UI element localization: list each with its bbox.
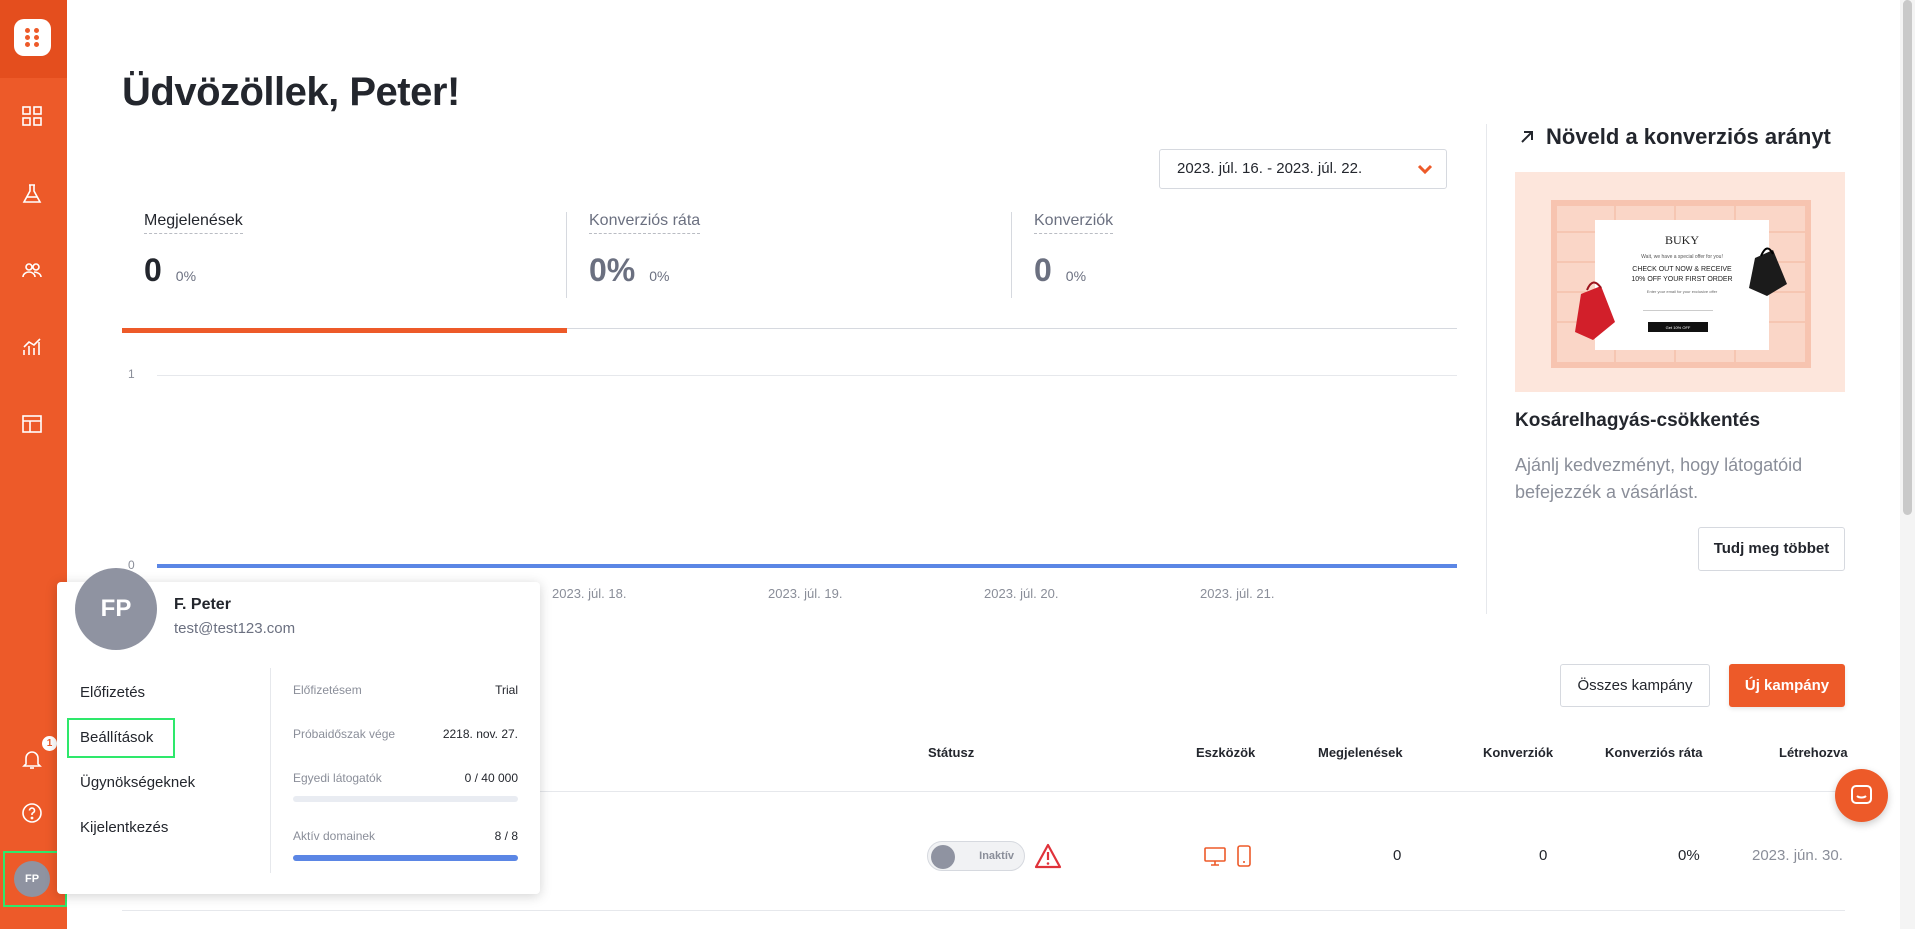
scrollbar-thumb[interactable] bbox=[1903, 0, 1912, 515]
chart-line-segment bbox=[373, 564, 591, 568]
promo-title: Növeld a konverziós arányt bbox=[1518, 124, 1831, 150]
stat-value: 0 / 40 000 bbox=[464, 771, 518, 785]
col-devices[interactable]: Eszközök bbox=[1196, 745, 1255, 760]
promo-line4: Enter your email for your exclusive offe… bbox=[1647, 289, 1718, 294]
new-campaign-button[interactable]: Új kampány bbox=[1729, 664, 1845, 707]
dashboard-icon[interactable] bbox=[19, 103, 45, 129]
metric-label: Megjelenések bbox=[144, 212, 243, 234]
popover-avatar: FP bbox=[75, 568, 157, 650]
date-range-value: 2023. júl. 16. - 2023. júl. 22. bbox=[1177, 160, 1363, 177]
popover-divider bbox=[270, 668, 271, 873]
metric-label: Konverziós ráta bbox=[589, 212, 701, 234]
stat-value: 8 / 8 bbox=[494, 829, 518, 843]
learn-more-button[interactable]: Tudj meg többet bbox=[1698, 527, 1845, 571]
bell-icon[interactable] bbox=[19, 746, 45, 772]
panel-divider bbox=[1486, 124, 1487, 614]
metric-conversions[interactable]: Konverziók 0 0% bbox=[1034, 212, 1479, 292]
chat-icon bbox=[1851, 785, 1872, 804]
chart-line-segment bbox=[1240, 564, 1457, 568]
mobile-icon bbox=[1232, 844, 1256, 868]
chevron-down-icon bbox=[1417, 164, 1433, 175]
flask-icon[interactable] bbox=[19, 181, 45, 207]
domains-progress-bar bbox=[293, 855, 518, 861]
row-impressions: 0 bbox=[1393, 847, 1402, 864]
metric-label: Konverziók bbox=[1034, 212, 1114, 234]
promo-line2: CHECK OUT NOW & RECEIVE bbox=[1632, 266, 1732, 273]
x-tick-label: 2023. júl. 18. bbox=[552, 586, 627, 601]
chat-button[interactable] bbox=[1835, 769, 1888, 822]
x-tick-label: 2023. júl. 19. bbox=[768, 586, 843, 601]
x-tick-label: 2023. júl. 21. bbox=[1200, 586, 1275, 601]
chart-line-segment bbox=[807, 564, 1024, 568]
metrics-active-indicator bbox=[122, 328, 567, 333]
promo-line1: Wait, we have a special offer for you! bbox=[1641, 254, 1723, 260]
metric-change: 0% bbox=[649, 268, 670, 284]
metric-value: 0% bbox=[589, 252, 636, 288]
stat-label: Aktív domainek bbox=[293, 829, 376, 843]
visitors-progress-bar bbox=[293, 796, 518, 802]
metric-change: 0% bbox=[1065, 268, 1087, 284]
table-row-rule bbox=[122, 910, 1845, 911]
col-conversion-rate[interactable]: Konverziós ráta bbox=[1605, 745, 1703, 760]
promo-title-text: Növeld a konverziós arányt bbox=[1546, 124, 1831, 149]
chart-line-segment bbox=[590, 564, 807, 568]
metric-divider bbox=[566, 212, 567, 298]
metric-value: 0 bbox=[1034, 252, 1052, 288]
page-title: Üdvözöllek, Peter! bbox=[122, 70, 460, 114]
page-scrollbar[interactable] bbox=[1900, 0, 1915, 929]
profile-name: F. Peter bbox=[174, 596, 231, 613]
layout-icon[interactable] bbox=[19, 411, 45, 437]
col-created[interactable]: Létrehozva bbox=[1779, 745, 1848, 760]
warning-icon[interactable] bbox=[1034, 843, 1062, 869]
stat-label: Próbaidőszak vége bbox=[293, 727, 396, 741]
status-label: Inaktív bbox=[979, 850, 1014, 862]
notification-badge: 1 bbox=[42, 736, 57, 751]
row-conversions: 0 bbox=[1539, 847, 1548, 864]
arrow-up-right-icon bbox=[1521, 131, 1533, 143]
chart-line-segment bbox=[157, 564, 374, 568]
desktop-icon bbox=[1203, 844, 1227, 868]
stat-value: Trial bbox=[495, 683, 518, 697]
analytics-icon[interactable] bbox=[19, 334, 45, 360]
stat-label: Előfizetésem bbox=[293, 683, 362, 697]
metric-impressions[interactable]: Megjelenések 0 0% bbox=[144, 212, 589, 292]
help-icon[interactable] bbox=[19, 800, 45, 826]
promo-subtitle: Kosárelhagyás-csökkentés bbox=[1515, 410, 1761, 431]
col-conversions[interactable]: Konverziók bbox=[1483, 745, 1553, 760]
menu-logout[interactable]: Kijelentkezés bbox=[80, 819, 168, 836]
promo-line3: 10% OFF YOUR FIRST ORDER bbox=[1631, 276, 1732, 283]
row-conversion-rate: 0% bbox=[1678, 847, 1700, 864]
chart-gridline bbox=[157, 375, 1457, 376]
x-tick-label: 2023. júl. 20. bbox=[984, 586, 1059, 601]
metric-conversion-rate[interactable]: Konverziós ráta 0% 0% bbox=[589, 212, 1034, 292]
status-toggle[interactable]: Inaktív bbox=[927, 841, 1025, 871]
col-impressions[interactable]: Megjelenések bbox=[1318, 745, 1403, 760]
menu-agencies[interactable]: Ügynökségeknek bbox=[80, 774, 195, 791]
user-avatar[interactable]: FP bbox=[14, 861, 50, 897]
date-range-select[interactable]: 2023. júl. 16. - 2023. júl. 22. bbox=[1159, 149, 1447, 189]
app-logo[interactable] bbox=[14, 19, 51, 56]
chart-line-segment bbox=[1023, 564, 1241, 568]
promo-description: Ajánlj kedvezményt, hogy látogatóid befe… bbox=[1515, 455, 1803, 502]
metric-divider bbox=[1011, 212, 1012, 298]
row-created: 2023. jún. 30. bbox=[1752, 847, 1843, 864]
promo-cta: Get 10% OFF bbox=[1666, 325, 1691, 330]
metric-value: 0 bbox=[144, 252, 162, 288]
promo-brand: BUKY bbox=[1665, 233, 1699, 247]
metric-change: 0% bbox=[175, 268, 197, 284]
users-icon[interactable] bbox=[19, 257, 45, 283]
stat-label: Egyedi látogatók bbox=[293, 771, 382, 785]
logo-area bbox=[0, 0, 67, 78]
all-campaigns-button[interactable]: Összes kampány bbox=[1560, 664, 1710, 707]
menu-settings[interactable]: Beállítások bbox=[80, 729, 153, 746]
stat-value: 2218. nov. 27. bbox=[442, 727, 518, 741]
col-status[interactable]: Státusz bbox=[928, 745, 974, 760]
y-tick-label: 1 bbox=[128, 367, 135, 381]
menu-subscription[interactable]: Előfizetés bbox=[80, 684, 145, 701]
profile-email: test@test123.com bbox=[174, 620, 296, 637]
promo-image: BUKY Wait, we have a special offer for y… bbox=[1515, 172, 1845, 392]
